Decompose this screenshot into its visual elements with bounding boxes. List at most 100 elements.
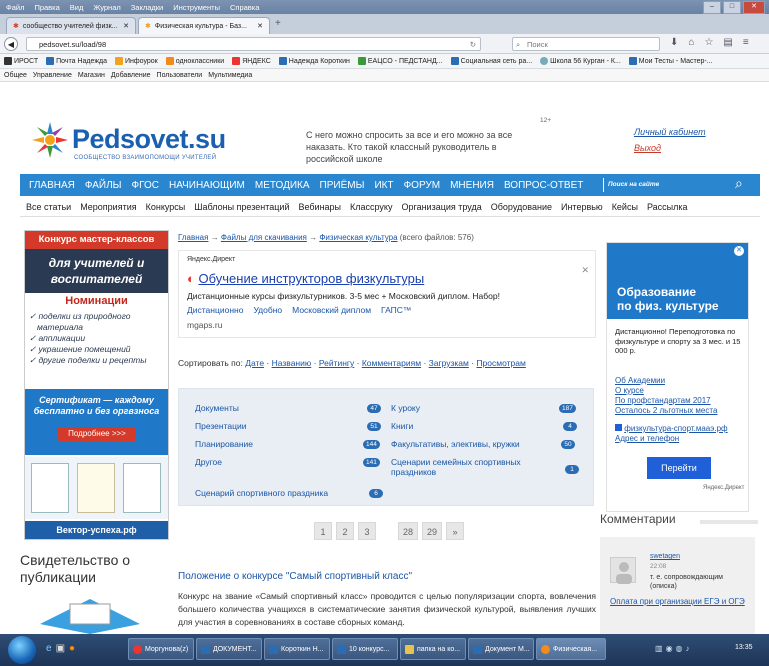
- breadcrumb-current[interactable]: Физическая культура: [319, 233, 397, 242]
- right-ad-link[interactable]: Об Академии: [615, 376, 745, 386]
- site-search-input[interactable]: Поиск на сайте: [603, 178, 715, 192]
- maximize-button[interactable]: □: [723, 1, 741, 14]
- page-3[interactable]: 3: [358, 522, 376, 540]
- right-ad-link[interactable]: Осталось 2 льготных места: [615, 406, 745, 416]
- bookmark-social[interactable]: Социальная сеть ра...: [450, 57, 532, 65]
- subnav-cases[interactable]: Кейсы: [612, 202, 638, 212]
- tab-close-icon[interactable]: ✕: [257, 22, 263, 30]
- subnav-webinars[interactable]: Вебинары: [298, 202, 341, 212]
- close-icon[interactable]: ✕: [734, 246, 744, 256]
- bookmark-infourok[interactable]: Инфоурок: [114, 57, 158, 65]
- category-presentations[interactable]: Презентации: [195, 421, 247, 431]
- comment-article-link[interactable]: Оплата при организации ЕГЭ и ОГЭ: [610, 597, 750, 607]
- subnav-templates[interactable]: Шаблоны презентаций: [194, 202, 289, 212]
- page-1[interactable]: 1: [314, 522, 332, 540]
- certificate-publication-title[interactable]: Свидетельство о публикации: [20, 552, 160, 586]
- yandex-direct-ad[interactable]: Яндекс.Директ ✕ ◐ Обучение инструкторов …: [178, 250, 596, 338]
- menu-view[interactable]: Вид: [70, 3, 84, 12]
- category-books[interactable]: Книги: [391, 421, 413, 431]
- close-icon[interactable]: ✕: [581, 265, 589, 276]
- ie-icon[interactable]: e: [46, 643, 52, 654]
- nav-forum[interactable]: ФОРУМ: [399, 180, 446, 191]
- subnav-newsletter[interactable]: Рассылка: [647, 202, 688, 212]
- category-sports-festival[interactable]: Сценарий спортивного праздника: [195, 488, 328, 498]
- taskbar-item-active[interactable]: Физическая...: [536, 638, 606, 660]
- comment-author-link[interactable]: swetagen: [650, 553, 680, 560]
- bookmark-eatsco[interactable]: ЕАЦСО - ПЕДСТАНД...: [357, 57, 443, 65]
- nav-qa[interactable]: ВОПРОС-ОТВЕТ: [499, 180, 588, 191]
- new-tab-button[interactable]: +: [275, 18, 281, 29]
- hamburger-menu-icon[interactable]: ≡: [743, 37, 749, 48]
- contest-banner[interactable]: Конкурс мастер-классов для учителей и во…: [24, 230, 169, 540]
- nav-fgos[interactable]: ФГОС: [127, 180, 164, 191]
- article-title-link[interactable]: Положение о конкурсе "Самый спортивный к…: [178, 571, 412, 582]
- page-28[interactable]: 28: [398, 522, 419, 540]
- banner-more-button[interactable]: Подробнее >>>: [58, 427, 136, 441]
- bookmark-tests[interactable]: Мои Тесты - Мастер-...: [628, 57, 713, 65]
- category-lessons[interactable]: К уроку: [391, 403, 420, 413]
- ad-title-link[interactable]: ◐ Обучение инструкторов физкультуры: [187, 271, 424, 286]
- sort-by-views[interactable]: Просмотрам: [476, 358, 525, 368]
- nav-opinions[interactable]: МНЕНИЯ: [445, 180, 499, 191]
- addon-shop[interactable]: Магазин: [78, 72, 105, 79]
- breadcrumb-home[interactable]: Главная: [178, 233, 208, 242]
- site-logo-text[interactable]: Pedsovet.su: [72, 124, 226, 155]
- subnav-classruku[interactable]: Классруку: [350, 202, 392, 212]
- addon-general[interactable]: Общее: [4, 72, 27, 79]
- start-button[interactable]: [8, 636, 36, 664]
- right-ad-link[interactable]: О курсе: [615, 386, 745, 396]
- nav-ict[interactable]: ИКТ: [369, 180, 398, 191]
- taskbar-item[interactable]: ДОКУМЕНТ...: [196, 638, 262, 660]
- ad-sitelink[interactable]: Удобно: [253, 305, 282, 315]
- taskbar-item[interactable]: 10 конкурс...: [332, 638, 398, 660]
- right-ad-link[interactable]: По профстандартам 2017: [615, 396, 745, 406]
- pedsovet-logo-icon[interactable]: [30, 120, 70, 160]
- menu-history[interactable]: Журнал: [93, 3, 120, 12]
- download-icon[interactable]: ⬇: [670, 37, 678, 48]
- header-slogan-link[interactable]: С него можно спросить за все и его можно…: [306, 129, 536, 165]
- right-ad-site-link[interactable]: физкультура-спорт.мааэ.рф: [615, 424, 745, 434]
- browser-search-input[interactable]: ⌕ Поиск: [512, 37, 660, 51]
- subnav-equipment[interactable]: Оборудование: [491, 202, 552, 212]
- subnav-contests[interactable]: Конкурсы: [146, 202, 186, 212]
- ad-sitelink[interactable]: Московский диплом: [292, 305, 371, 315]
- menu-tools[interactable]: Инструменты: [173, 3, 220, 12]
- taskbar-item[interactable]: Короткин Н...: [264, 638, 330, 660]
- menu-help[interactable]: Справка: [230, 3, 259, 12]
- addon-manage[interactable]: Управление: [33, 72, 72, 79]
- category-other[interactable]: Другое: [195, 457, 222, 467]
- address-bar[interactable]: pedsovet.su/load/98 ↻: [26, 37, 481, 51]
- subnav-interview[interactable]: Интервью: [561, 202, 603, 212]
- nav-methods[interactable]: МЕТОДИКА: [250, 180, 315, 191]
- clock[interactable]: 13:35: [735, 644, 753, 651]
- nav-home[interactable]: ГЛАВНАЯ: [24, 180, 80, 191]
- right-sidebar-ad[interactable]: Образование по физ. культуре ✕ Дистанцио…: [606, 242, 749, 512]
- menu-bookmarks[interactable]: Закладки: [131, 3, 163, 12]
- star-icon[interactable]: ☆: [704, 37, 713, 48]
- right-ad-address-link[interactable]: Адрес и телефон: [615, 434, 745, 444]
- subnav-all-articles[interactable]: Все статьи: [26, 202, 71, 212]
- menu-edit[interactable]: Правка: [34, 3, 59, 12]
- logout-link[interactable]: Выход: [634, 143, 661, 153]
- page-2[interactable]: 2: [336, 522, 354, 540]
- sort-by-rating[interactable]: Рейтингу: [319, 358, 354, 368]
- folder-icon[interactable]: ▣: [56, 643, 65, 654]
- addon-multimedia[interactable]: Мультимедиа: [208, 72, 252, 79]
- bookmark-yandex[interactable]: ЯНДЕКС: [232, 57, 271, 65]
- language-icon[interactable]: ▥: [655, 644, 663, 653]
- page-29[interactable]: 29: [422, 522, 443, 540]
- addon-add[interactable]: Добавление: [111, 72, 151, 79]
- taskbar-item[interactable]: папка на ко...: [400, 638, 466, 660]
- nav-files[interactable]: ФАЙЛЫ: [80, 180, 127, 191]
- network-icon[interactable]: ◉: [666, 644, 673, 653]
- firefox-icon[interactable]: ●: [69, 643, 75, 654]
- tab-close-icon[interactable]: ✕: [123, 22, 129, 30]
- bookmark-mail[interactable]: Почта Надежда: [46, 57, 107, 65]
- taskbar-item[interactable]: Моргунова(z): [128, 638, 194, 660]
- ad-sitelink[interactable]: ГАПС™: [381, 305, 411, 315]
- go-button[interactable]: Перейти: [647, 457, 711, 479]
- subnav-labor[interactable]: Организация труда: [401, 202, 481, 212]
- subnav-events[interactable]: Мероприятия: [80, 202, 136, 212]
- minimize-button[interactable]: –: [703, 1, 721, 14]
- category-family-sports[interactable]: Сценарии семейных спортивных праздников: [391, 457, 521, 477]
